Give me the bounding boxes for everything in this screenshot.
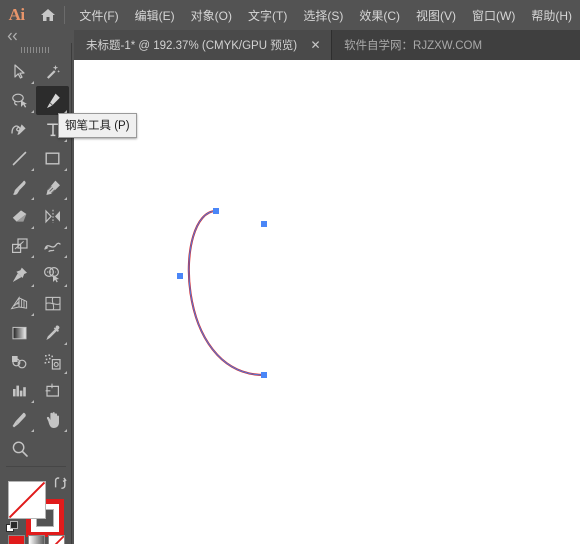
free-transform-tool[interactable] [3,260,36,289]
curve-stroke [187,209,266,377]
column-graph-tool[interactable] [3,376,36,405]
tool-flyout-indicator [64,255,67,258]
anchor-top[interactable] [213,208,219,214]
selection-tool[interactable] [3,57,36,86]
curvature-tool[interactable] [3,115,36,144]
eraser-tool[interactable] [3,202,36,231]
tool-flyout-indicator [31,284,34,287]
symbol-sprayer-tool[interactable] [36,347,69,376]
color-mode-gradient[interactable] [28,535,45,544]
tool-flyout-indicator [64,197,67,200]
mesh-tool[interactable] [36,289,69,318]
tool-flyout-indicator [64,342,67,345]
handle-top-right[interactable] [261,221,267,227]
menu-item-help[interactable]: 帮助(H) [523,3,580,28]
anchor-bottom-end[interactable] [261,372,267,378]
color-mode-solid[interactable] [8,535,25,544]
menu-item-object[interactable]: 对象(O) [183,3,240,28]
tool-flyout-indicator [31,255,34,258]
menu-item-select[interactable]: 选择(S) [295,3,351,28]
line-segment-tool[interactable] [3,144,36,173]
gradient-tool[interactable] [3,318,36,347]
default-colors-icon[interactable] [6,521,19,534]
paintbrush-tool[interactable] [3,173,36,202]
fill-swatch[interactable] [8,481,46,519]
grip-dots-icon [21,47,51,53]
menu-item-view[interactable]: 视图(V) [408,3,464,28]
tab-title: 未标题-1* @ 192.37% (CMYK/GPU 预览) [86,40,298,52]
scale-tool[interactable] [3,231,36,260]
close-icon[interactable]: ✕ [309,39,322,52]
lasso-tool[interactable] [3,86,36,115]
pen-tool[interactable] [36,86,69,115]
menu-item-edit[interactable]: 编辑(E) [127,3,183,28]
tool-flyout-indicator [31,400,34,403]
tool-flyout-indicator [64,371,67,374]
panel-collapse-icon[interactable] [0,30,72,43]
tool-flyout-indicator [64,284,67,287]
tools-panel [0,30,72,544]
menu-item-list: 文件(F) 编辑(E) 对象(O) 文字(T) 选择(S) 效果(C) 视图(V… [71,3,580,28]
tool-flyout-indicator [64,226,67,229]
tool-flyout-indicator [31,313,34,316]
color-controls [0,473,72,544]
eyedropper-tool[interactable] [36,318,69,347]
tool-flyout-indicator [31,197,34,200]
curve-selection-overlay [188,210,265,376]
tool-flyout-indicator [31,168,34,171]
shape-builder-tool[interactable] [36,260,69,289]
reflect-tool[interactable] [36,202,69,231]
menu-item-window[interactable]: 窗口(W) [464,3,523,28]
color-mode-none[interactable] [48,535,65,544]
bezier-curve-path[interactable] [74,60,580,544]
app-logo: Ai [8,5,26,24]
perspective-grid-tool[interactable] [3,289,36,318]
rectangle-tool[interactable] [36,144,69,173]
panel-drag-handle[interactable] [0,43,72,57]
blend-tool[interactable] [3,347,36,376]
none-slash-icon [9,482,45,518]
magic-wand-tool[interactable] [36,57,69,86]
canvas-artboard[interactable] [74,60,580,544]
hand-tool[interactable] [36,405,69,434]
menu-item-type[interactable]: 文字(T) [240,3,295,28]
menu-divider [64,6,66,24]
tool-flyout-indicator [31,226,34,229]
document-tab-bar: 未标题-1* @ 192.37% (CMYK/GPU 预览) ✕ 软件自学网：R… [74,30,580,60]
tool-flyout-indicator [31,81,34,84]
menu-bar: Ai 文件(F) 编辑(E) 对象(O) 文字(T) 选择(S) 效果(C) 视… [0,0,580,30]
tool-flyout-indicator [64,429,67,432]
anchor-left[interactable] [177,273,183,279]
home-icon[interactable] [33,0,62,30]
slice-tool[interactable] [3,405,36,434]
tool-flyout-indicator [64,139,67,142]
menu-item-effect[interactable]: 效果(C) [351,3,408,28]
tool-flyout-indicator [31,110,34,113]
tool-flyout-indicator [64,168,67,171]
shaper-tool[interactable] [36,173,69,202]
illustrator-window: Ai 文件(F) 编辑(E) 对象(O) 文字(T) 选择(S) 效果(C) 视… [0,0,580,544]
swap-arrow-icon[interactable] [53,476,67,490]
tool-flyout-indicator [31,429,34,432]
width-warp-tool[interactable] [36,231,69,260]
color-mode-row [8,535,66,544]
watermark-label: 软件自学网：RJZXW.COM [344,40,483,52]
toolbar-divider [5,466,66,467]
artboard-tool[interactable] [36,376,69,405]
document-tab-active[interactable]: 未标题-1* @ 192.37% (CMYK/GPU 预览) ✕ [74,30,333,60]
menu-item-file[interactable]: 文件(F) [71,3,126,28]
pen-tool-tooltip: 钢笔工具 (P) [58,113,137,138]
tool-grid-spacer [36,434,69,463]
zoom-tool[interactable] [3,434,36,463]
